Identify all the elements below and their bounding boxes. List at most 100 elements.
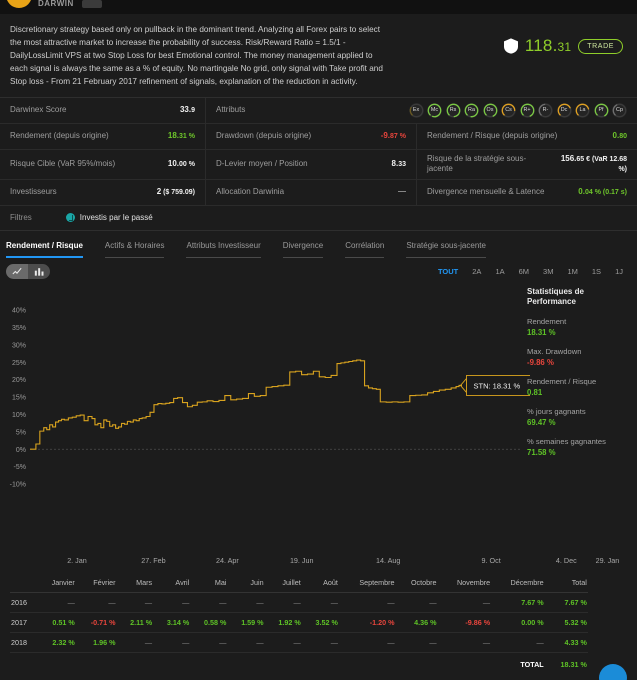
attribute-badge-os[interactable]: Os	[482, 102, 498, 118]
attribute-badge-rminus[interactable]: R-	[538, 102, 553, 118]
month-column-header: Mai	[190, 572, 228, 593]
table-body: 2016— — — — — — — — — — —7.67 % 7.67 % 2017 0.51 % -0.…	[10, 592, 627, 653]
attribute-badge-dc[interactable]: Dc	[556, 102, 572, 118]
monthly-return-cell: 0.51 %	[37, 612, 76, 633]
chart-date-tick: 19. Jun	[289, 555, 314, 565]
attribute-badge-rs[interactable]: Rs	[445, 102, 461, 118]
tab-rendement-risque[interactable]: Rendement / Risque	[6, 241, 83, 258]
shield-icon	[503, 38, 518, 54]
performance-chart: 40% 35% 30% 25% 20% 15% 10% 5% 0% -5% -10% STN: 18.…	[0, 283, 637, 551]
brand-chip	[82, 0, 102, 8]
range-option-1a[interactable]: 1A	[495, 267, 504, 276]
perf-stat-label: Max. Drawdown	[527, 346, 582, 356]
perf-stat-value: 71.58 %	[527, 448, 556, 458]
tab-actifs-horaires[interactable]: Actifs & Horaires	[104, 241, 165, 258]
attribute-badge-label: Dc	[560, 106, 568, 113]
attribute-badge-label: R+	[523, 106, 531, 113]
attribute-badge-ex[interactable]: Ex	[408, 102, 424, 118]
table-date-header: 2. Jan 27. Feb 24. Apr 19. Jun 14. Aug 9. Oct…	[10, 551, 627, 573]
y-axis-tick: 10%	[12, 412, 26, 419]
quote-value: 118.31	[524, 36, 572, 55]
monthly-return-cell: —	[227, 592, 265, 613]
performance-stats-list: Rendement 18.31 % Max. Drawdown -9.86 % Rend…	[527, 317, 633, 459]
monthly-return-cell: 2.11 %	[116, 612, 154, 633]
attribute-badge-label: R-	[542, 106, 549, 113]
tab-strat-gie-sous-jacente[interactable]: Stratégie sous-jacente	[406, 241, 486, 258]
attribute-badge-label: Mc	[430, 106, 439, 113]
range-option-1j[interactable]: 1J	[615, 267, 623, 276]
month-column-header: Mars	[116, 572, 154, 593]
tab-corr-lation[interactable]: Corrélation	[345, 241, 385, 258]
year-column-header	[10, 572, 38, 593]
stats-row-2: Rendement (depuis origine) 18.31 % Drawd…	[0, 123, 637, 150]
stat-allocation: Allocation Darwinia —	[206, 179, 417, 205]
filter-chip-past-investors[interactable]: Investis par le passé	[65, 212, 153, 222]
tab-attributs-investisseur[interactable]: Attributs Investisseur	[186, 241, 261, 258]
attribute-badge-ra[interactable]: Ra	[464, 102, 479, 118]
range-option-tout[interactable]: TOUT	[438, 267, 458, 276]
monthly-return-cell: 4.33 %	[544, 632, 588, 653]
tab-divergence[interactable]: Divergence	[282, 241, 324, 258]
month-column-header: Novembre	[437, 572, 492, 593]
quote-box: 118.31 TRADE	[503, 24, 623, 56]
table-footer: TOTAL 18.31 %	[10, 652, 627, 674]
stat-value: 156.65 € (VaR 12.68 %)	[560, 153, 627, 174]
monthly-return-cell: —	[37, 592, 76, 613]
y-axis-tick: -10%	[10, 481, 26, 488]
filter-chip-label: Investis par le passé	[79, 212, 153, 222]
stats-row-4: Investisseurs 2 ($ 759.09) Allocation Da…	[0, 179, 637, 206]
perf-stat-value: 0.81	[527, 387, 543, 397]
monthly-return-cell: —	[491, 632, 545, 653]
monthly-return-cell: —	[437, 592, 492, 613]
attribute-badge-cp[interactable]: Cp	[612, 102, 627, 118]
bar-chart-icon	[34, 267, 44, 276]
perf-stat-2: Rendement / Risque 0.81	[527, 377, 633, 398]
perf-stat-label: % jours gagnants	[527, 407, 586, 417]
attribute-badge-cs[interactable]: Cs	[501, 102, 516, 118]
trade-button[interactable]: TRADE	[578, 38, 623, 54]
bar-chart-toggle-button[interactable]	[28, 263, 50, 279]
attribute-badge-la[interactable]: La	[575, 102, 590, 118]
chart-date-tick: 9. Oct	[481, 555, 501, 565]
monthly-returns-table: 2. Jan 27. Feb 24. Apr 19. Jun 14. Aug 9. Oct…	[0, 551, 637, 680]
stat-rendement-risque: Rendement / Risque (depuis origine) 0.80	[417, 124, 637, 149]
tab-bar: Rendement / Risque Actifs & Horaires Attri…	[0, 231, 637, 258]
chart-date-tick: 27. Feb	[141, 555, 166, 565]
footer-total-value: 18.31 %	[560, 659, 587, 669]
monthly-return-cell: 1.96 %	[75, 632, 117, 653]
stat-value: 0.04 % (0.17 s)	[578, 186, 627, 196]
attribute-badge-label: Os	[486, 106, 494, 113]
stat-risque-cible: Risque Cible (VaR 95%/mois) 10.00 %	[0, 149, 206, 179]
filters-label: Filtres	[10, 212, 32, 222]
range-option-3m[interactable]: 3M	[543, 267, 553, 276]
y-axis-tick: 35%	[12, 325, 26, 332]
table-month-header: Janvier Février Mars Avril Mai Juin Juillet Aoû…	[10, 572, 627, 593]
chart-date-tick: 24. Apr	[216, 555, 239, 565]
attribute-badge-rplus[interactable]: R+	[519, 102, 535, 118]
darwinex-page: DARWIN Discretionary strategy based only…	[0, 0, 637, 680]
range-option-6m[interactable]: 6M	[519, 267, 529, 276]
month-column-header: Total	[544, 572, 588, 593]
monthly-return-cell: 4.36 %	[395, 612, 438, 633]
footer-spacer	[10, 652, 491, 674]
line-chart-toggle-button[interactable]	[6, 263, 28, 279]
range-option-2a[interactable]: 2A	[472, 267, 481, 276]
chart-canvas[interactable]: 40% 35% 30% 25% 20% 15% 10% 5% 0% -5% -10% STN: 18.…	[0, 283, 530, 551]
attribute-badge-mc[interactable]: Mc	[427, 102, 442, 118]
stat-value: 8.33	[391, 158, 406, 168]
monthly-return-cell: —	[116, 592, 154, 613]
monthly-return-cell: —	[395, 632, 438, 653]
y-axis-tick: 15%	[12, 394, 26, 401]
attribute-badge-pf[interactable]: Pf	[593, 102, 609, 118]
stat-label: Investisseurs	[10, 186, 57, 196]
range-option-1m[interactable]: 1M	[567, 267, 577, 276]
stat-risque-sous-jacente: Risque de la stratégie sous-jacente 156.…	[417, 150, 637, 179]
row-year: 2016	[10, 592, 38, 613]
month-column-header: Octobre	[395, 572, 438, 593]
monthly-return-cell: 5.32 %	[544, 612, 588, 633]
range-option-1s[interactable]: 1S	[592, 267, 601, 276]
perf-stat-label: % semaines gagnantes	[527, 437, 606, 447]
month-column-header: Février	[75, 572, 117, 593]
chart-date-tick: 2. Jan	[67, 555, 87, 565]
chart-type-toggle	[6, 263, 50, 279]
